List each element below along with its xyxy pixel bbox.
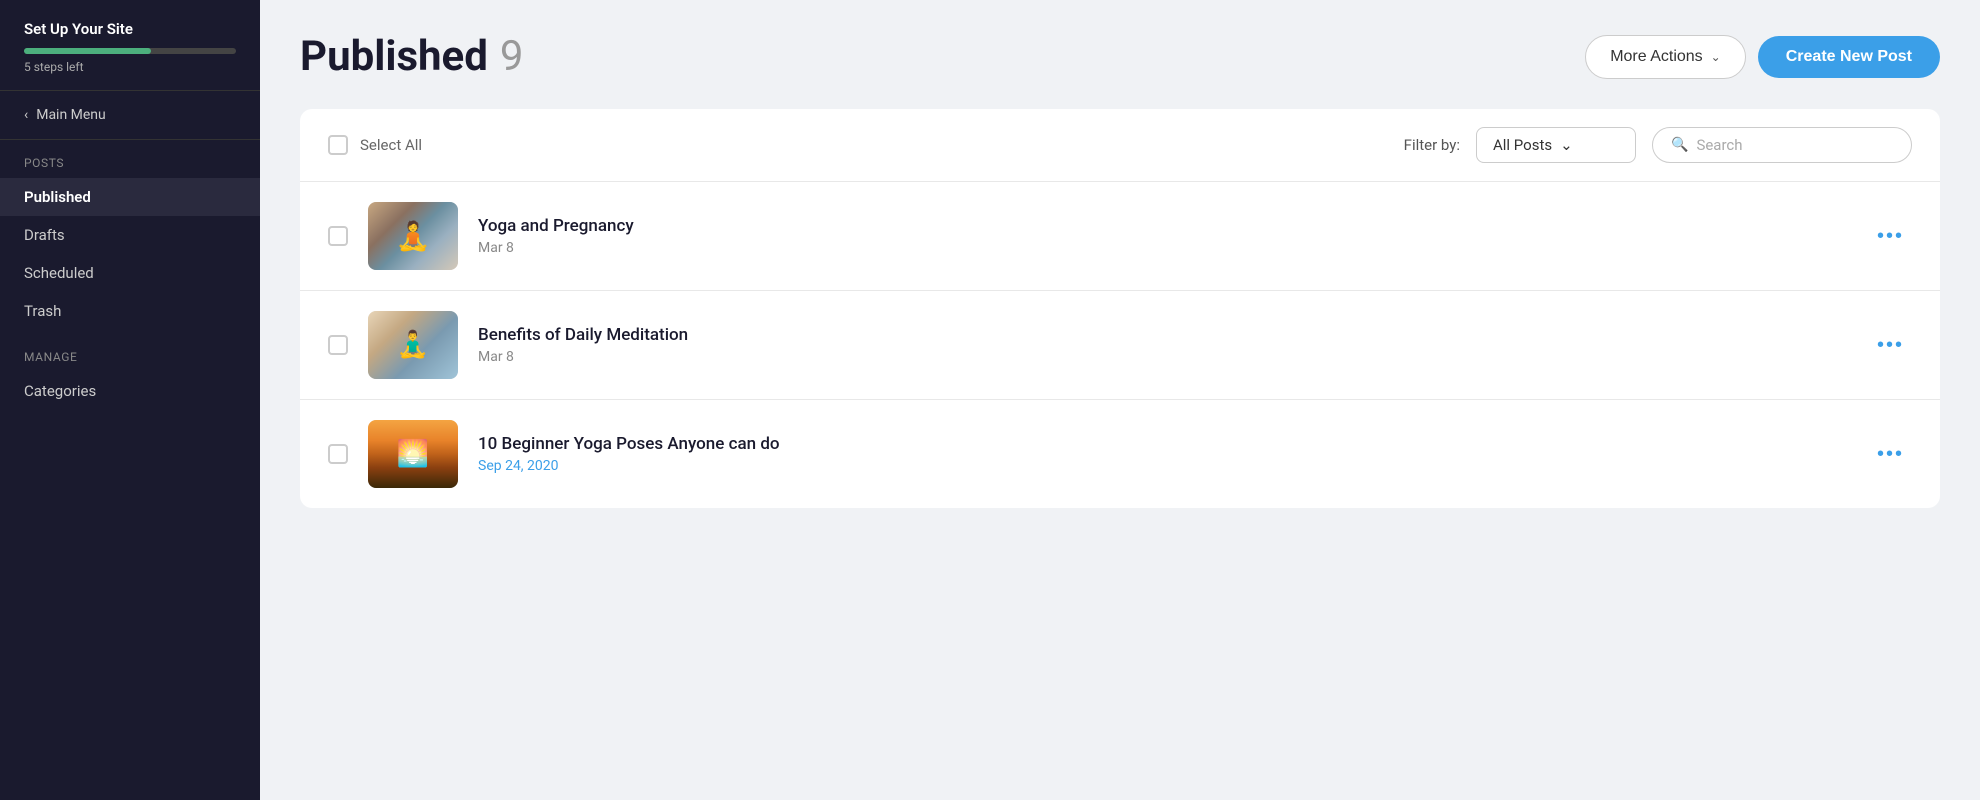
setup-title: Set Up Your Site — [24, 20, 236, 38]
post-thumbnail-image-2 — [368, 311, 458, 379]
search-icon: 🔍 — [1671, 137, 1688, 153]
progress-bar-background — [24, 48, 236, 54]
select-all-label[interactable]: Select All — [360, 136, 422, 154]
sidebar-item-categories[interactable]: Categories — [0, 372, 260, 410]
create-new-post-button[interactable]: Create New Post — [1758, 36, 1940, 78]
post-title-2: Benefits of Daily Meditation — [478, 325, 1849, 345]
page-title-text: Published — [300, 32, 488, 81]
sidebar-item-label-trash: Trash — [24, 302, 61, 320]
search-box[interactable]: 🔍 Search — [1652, 127, 1912, 163]
sidebar-item-published[interactable]: Published — [0, 178, 260, 216]
chevron-down-icon: ⌄ — [1711, 50, 1721, 64]
manage-section-label: Manage — [0, 330, 260, 372]
page-header: Published 9 More Actions ⌄ Create New Po… — [300, 32, 1940, 81]
sidebar-item-label-published: Published — [24, 188, 91, 206]
post-title-3: 10 Beginner Yoga Poses Anyone can do — [478, 434, 1849, 454]
post-thumbnail-image-3 — [368, 420, 458, 488]
page-title: Published 9 — [300, 32, 523, 81]
filter-chevron-icon: ⌄ — [1560, 136, 1573, 154]
post-info-2: Benefits of Daily Meditation Mar 8 — [478, 325, 1849, 365]
post-thumbnail-image-1 — [368, 202, 458, 270]
sidebar-item-drafts[interactable]: Drafts — [0, 216, 260, 254]
filter-select-dropdown[interactable]: All Posts ⌄ — [1476, 127, 1636, 163]
filter-bar: Select All Filter by: All Posts ⌄ 🔍 Sear… — [300, 109, 1940, 182]
page-title-count: 9 — [500, 32, 524, 81]
more-actions-label: More Actions — [1610, 48, 1702, 66]
header-actions: More Actions ⌄ Create New Post — [1585, 35, 1940, 79]
main-menu-link[interactable]: ‹ Main Menu — [0, 91, 260, 140]
post-info-1: Yoga and Pregnancy Mar 8 — [478, 216, 1849, 256]
post-date-3: Sep 24, 2020 — [478, 458, 1849, 474]
create-new-post-label: Create New Post — [1786, 48, 1912, 65]
post-date-2: Mar 8 — [478, 349, 1849, 365]
select-all-area: Select All — [328, 135, 422, 155]
post-actions-button-1[interactable]: ••• — [1869, 221, 1912, 252]
post-checkbox-3[interactable] — [328, 444, 348, 464]
post-row[interactable]: 10 Beginner Yoga Poses Anyone can do Sep… — [300, 400, 1940, 508]
post-title-1: Yoga and Pregnancy — [478, 216, 1849, 236]
post-thumbnail-2 — [368, 311, 458, 379]
sidebar: Set Up Your Site 5 steps left ‹ Main Men… — [0, 0, 260, 800]
sidebar-setup-section: Set Up Your Site 5 steps left — [0, 0, 260, 91]
main-menu-label: Main Menu — [36, 107, 106, 123]
steps-left-label: 5 steps left — [24, 60, 236, 74]
main-content: Published 9 More Actions ⌄ Create New Po… — [260, 0, 1980, 800]
posts-section-label: Posts — [0, 140, 260, 178]
sidebar-item-trash[interactable]: Trash — [0, 292, 260, 330]
post-actions-button-3[interactable]: ••• — [1869, 439, 1912, 470]
filter-select-value: All Posts — [1493, 136, 1552, 154]
back-arrow-icon: ‹ — [24, 107, 28, 123]
post-checkbox-1[interactable] — [328, 226, 348, 246]
progress-bar-fill — [24, 48, 151, 54]
sidebar-item-label-scheduled: Scheduled — [24, 264, 94, 282]
search-placeholder: Search — [1696, 136, 1742, 154]
filter-right: Filter by: All Posts ⌄ 🔍 Search — [1404, 127, 1912, 163]
sidebar-item-label-categories: Categories — [24, 382, 96, 400]
post-actions-button-2[interactable]: ••• — [1869, 330, 1912, 361]
select-all-checkbox[interactable] — [328, 135, 348, 155]
post-checkbox-2[interactable] — [328, 335, 348, 355]
filter-by-label: Filter by: — [1404, 136, 1460, 154]
post-row[interactable]: Benefits of Daily Meditation Mar 8 ••• — [300, 291, 1940, 400]
post-thumbnail-3 — [368, 420, 458, 488]
sidebar-item-label-drafts: Drafts — [24, 226, 65, 244]
more-actions-button[interactable]: More Actions ⌄ — [1585, 35, 1746, 79]
sidebar-item-scheduled[interactable]: Scheduled — [0, 254, 260, 292]
post-info-3: 10 Beginner Yoga Poses Anyone can do Sep… — [478, 434, 1849, 474]
post-date-1: Mar 8 — [478, 240, 1849, 256]
post-row[interactable]: Yoga and Pregnancy Mar 8 ••• — [300, 182, 1940, 291]
post-thumbnail-1 — [368, 202, 458, 270]
posts-content-card: Select All Filter by: All Posts ⌄ 🔍 Sear… — [300, 109, 1940, 508]
